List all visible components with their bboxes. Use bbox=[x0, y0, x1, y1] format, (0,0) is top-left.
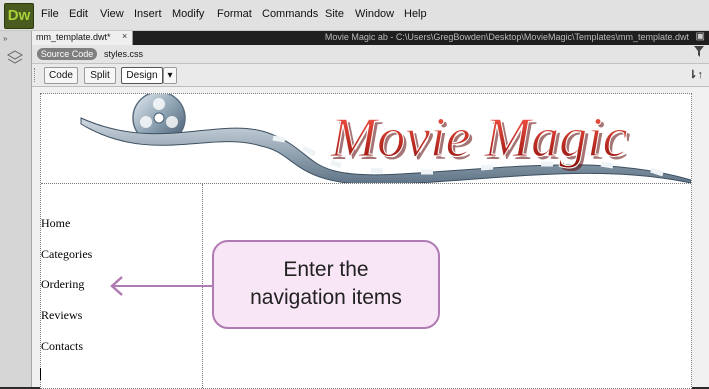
menu-modify[interactable]: Modify bbox=[172, 8, 204, 20]
callout-text: Enter the navigation items bbox=[214, 256, 438, 312]
restore-window-icon[interactable]: ▣ bbox=[696, 31, 705, 42]
document-tab-label: mm_template.dwt* bbox=[36, 32, 111, 42]
menu-file[interactable]: File bbox=[41, 8, 59, 20]
nav-item-ordering[interactable]: Ordering bbox=[41, 277, 84, 292]
menu-commands[interactable]: Commands bbox=[262, 8, 318, 20]
callout-line-2: navigation items bbox=[250, 286, 402, 309]
related-file-styles[interactable]: styles.css bbox=[104, 49, 143, 59]
menu-format[interactable]: Format bbox=[217, 8, 252, 20]
dreamweaver-logo: Dw bbox=[4, 3, 34, 29]
document-window: mm_template.dwt* × Movie Magic ab - C:\U… bbox=[32, 31, 709, 389]
menu-bar: Dw File Edit View Insert Modify Format C… bbox=[0, 0, 709, 31]
design-view-button[interactable]: Design bbox=[121, 67, 163, 84]
callout-arrow bbox=[110, 276, 214, 296]
layers-icon[interactable] bbox=[6, 49, 24, 67]
document-tab-bar: mm_template.dwt* × Movie Magic ab - C:\U… bbox=[32, 31, 709, 45]
menu-view[interactable]: View bbox=[100, 8, 124, 20]
callout-line-1: Enter the bbox=[283, 258, 369, 281]
design-canvas[interactable]: Movie Magic Movie Magic Home Categories … bbox=[32, 87, 709, 389]
menu-edit[interactable]: Edit bbox=[69, 8, 88, 20]
sort-icon[interactable]: ⇂↑ bbox=[688, 68, 703, 81]
text-cursor bbox=[40, 368, 41, 380]
file-path: Movie Magic ab - C:\Users\GregBowden\Des… bbox=[324, 32, 689, 42]
close-tab-icon[interactable]: × bbox=[122, 31, 127, 41]
view-options-dropdown[interactable]: ▾ bbox=[163, 67, 177, 84]
related-files-bar: Source Code styles.css bbox=[32, 45, 709, 64]
menu-help[interactable]: Help bbox=[404, 8, 427, 20]
nav-item-reviews[interactable]: Reviews bbox=[41, 308, 82, 323]
movie-magic-banner-image: Movie Magic Movie Magic bbox=[80, 91, 692, 186]
menu-insert[interactable]: Insert bbox=[134, 8, 162, 20]
header-banner: Movie Magic Movie Magic bbox=[41, 91, 692, 186]
menu-window[interactable]: Window bbox=[355, 8, 394, 20]
document-toolbar: Code Split Design ▾ ⇂↑ bbox=[32, 64, 709, 87]
source-code-button[interactable]: Source Code bbox=[37, 48, 97, 60]
banner-title: Movie Magic bbox=[330, 107, 628, 169]
split-view-button[interactable]: Split bbox=[84, 67, 116, 84]
nav-item-contacts[interactable]: Contacts bbox=[41, 339, 83, 354]
left-panel-strip: » bbox=[0, 31, 32, 387]
instruction-callout: Enter the navigation items bbox=[212, 240, 440, 329]
document-tab[interactable]: mm_template.dwt* × bbox=[32, 31, 133, 45]
nav-item-categories[interactable]: Categories bbox=[41, 247, 92, 262]
toolbar-grip bbox=[34, 68, 37, 82]
expand-panels-icon[interactable]: » bbox=[3, 34, 7, 43]
nav-item-home[interactable]: Home bbox=[41, 216, 70, 231]
code-view-button[interactable]: Code bbox=[44, 67, 78, 84]
menu-site[interactable]: Site bbox=[325, 8, 344, 20]
filter-icon[interactable] bbox=[694, 46, 704, 61]
